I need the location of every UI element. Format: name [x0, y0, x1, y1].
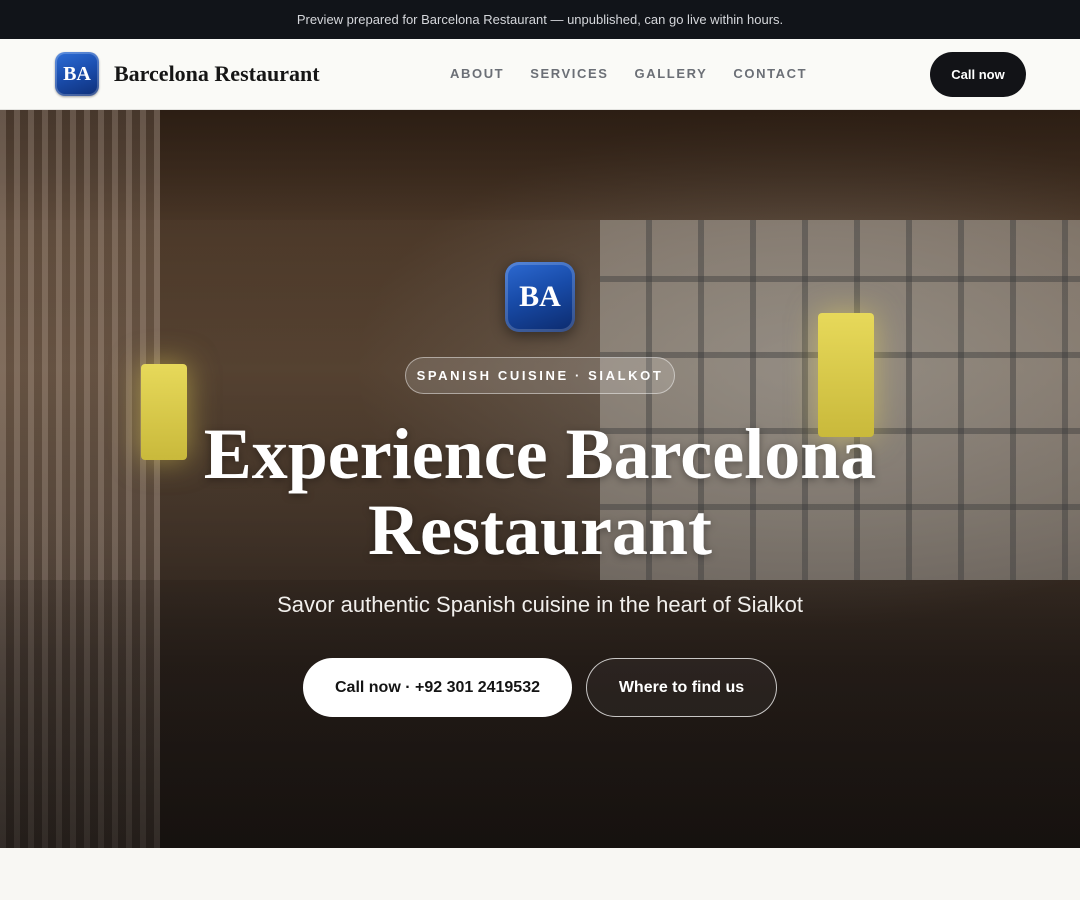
call-phone-button[interactable]: Call now · +92 301 2419532: [303, 658, 572, 717]
brand-name[interactable]: Barcelona Restaurant: [114, 61, 320, 87]
logo-icon[interactable]: BA: [55, 52, 99, 96]
hero-subtitle: Savor authentic Spanish cuisine in the h…: [277, 592, 803, 617]
brand[interactable]: BA Barcelona Restaurant: [55, 52, 320, 96]
hero-eyebrow-badge: SPANISH CUISINE · SIALKOT: [405, 357, 675, 394]
hero-title-line-1: Experience Barcelona: [203, 414, 877, 494]
preview-banner: Preview prepared for Barcelona Restauran…: [0, 0, 1080, 39]
find-us-button[interactable]: Where to find us: [586, 658, 777, 717]
hero-title-line-2: Restaurant: [368, 490, 712, 570]
hero-logo-icon: BA: [505, 262, 575, 332]
main-nav: ABOUT SERVICES GALLERY CONTACT: [450, 66, 833, 81]
hero-title: Experience Barcelona Restaurant: [140, 416, 940, 568]
site-header: BA Barcelona Restaurant ABOUT SERVICES G…: [0, 39, 1080, 110]
hero-section: BA SPANISH CUISINE · SIALKOT Experience …: [0, 110, 1080, 848]
nav-about[interactable]: ABOUT: [450, 66, 504, 81]
nav-services[interactable]: SERVICES: [530, 66, 608, 81]
call-now-button[interactable]: Call now: [930, 52, 1026, 97]
next-section: [0, 848, 1080, 900]
nav-contact[interactable]: CONTACT: [733, 66, 807, 81]
hero-background-ceiling: [0, 110, 1080, 220]
nav-gallery[interactable]: GALLERY: [635, 66, 708, 81]
preview-banner-text: Preview prepared for Barcelona Restauran…: [296, 12, 784, 27]
